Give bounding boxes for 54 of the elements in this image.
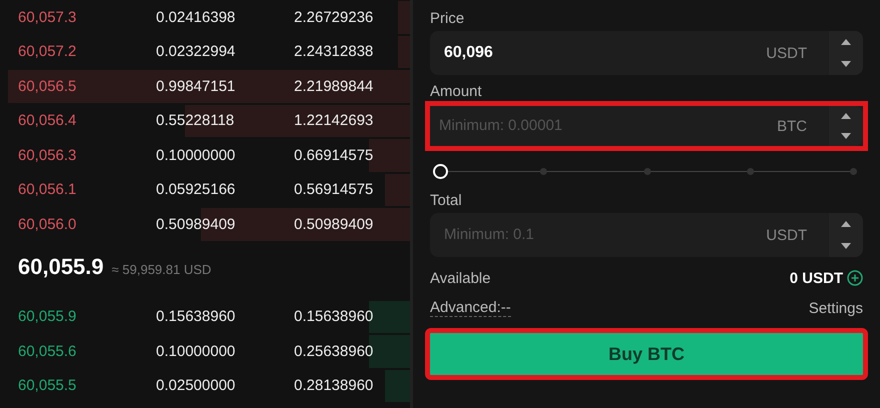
up-arrow-icon[interactable]	[841, 221, 851, 227]
down-arrow-icon[interactable]	[841, 61, 851, 67]
up-arrow-icon[interactable]	[841, 113, 851, 119]
bid-amount: 0.02500000	[156, 377, 236, 394]
available-balance: 0 USDT	[790, 270, 843, 286]
add-icon[interactable]	[847, 270, 863, 286]
ask-price: 60,056.1	[18, 181, 78, 198]
ask-total: 2.24312838	[294, 43, 374, 60]
down-arrow-icon[interactable]	[841, 133, 851, 139]
last-price: 60,055.9	[18, 254, 104, 280]
ask-price: 60,056.3	[18, 146, 78, 164]
field-label: Price	[430, 10, 466, 27]
field-label: Total	[430, 192, 463, 209]
ask-total: 0.56914575	[294, 181, 374, 198]
bid-price: 60,055.9	[18, 308, 78, 326]
up-arrow-icon[interactable]	[841, 39, 851, 45]
ask-amount: 0.05925166	[156, 181, 236, 198]
ask-amount: 0.99847151	[156, 78, 236, 95]
ask-price: 60,056.4	[18, 112, 78, 130]
step-dot[interactable]	[850, 168, 857, 175]
bid-amount: 0.15638960	[156, 308, 236, 326]
ask-total: 0.50989409	[294, 216, 374, 233]
advanced-link[interactable]: Advanced:--	[430, 299, 511, 317]
input-field[interactable]: 60,096 USDT	[430, 31, 863, 75]
ask-amount: 0.50989409	[156, 216, 236, 233]
ask-price: 60,057.3	[18, 8, 78, 26]
ask-price: 60,057.2	[18, 43, 78, 60]
ask-total: 1.22142693	[294, 112, 374, 130]
slider-thumb[interactable]	[433, 164, 448, 179]
ask-total: 2.21989844	[294, 78, 374, 95]
field-label: Amount	[430, 83, 483, 100]
bid-price: 60,055.6	[18, 342, 78, 360]
bid-total: 0.28138960	[294, 377, 374, 394]
usd-price: ≈ 59,959.81 USD	[112, 262, 212, 276]
bid-total: 0.25638960	[294, 342, 374, 360]
step-dot[interactable]	[746, 168, 754, 175]
bid-amount: 0.10000000	[156, 342, 236, 360]
ask-total: 2.26729236	[294, 8, 374, 26]
ask-amount: 0.02416398	[156, 8, 236, 26]
step-dot[interactable]	[644, 168, 650, 175]
ask-amount: 0.02322994	[156, 43, 236, 60]
ask-price: 60,056.5	[18, 78, 78, 95]
ask-amount: 0.55228118	[156, 112, 236, 130]
buy-button[interactable]: Buy BTC	[425, 328, 868, 380]
bid-price: 60,055.5	[18, 377, 78, 394]
step-dot[interactable]	[540, 168, 548, 175]
bid-total: 0.15638960	[294, 308, 374, 326]
ask-amount: 0.10000000	[156, 146, 236, 164]
ask-price: 60,056.0	[18, 216, 78, 233]
ask-total: 0.66914575	[294, 146, 374, 164]
settings-link[interactable]: Settings	[808, 300, 863, 316]
value-input[interactable]: 60,096	[442, 43, 766, 63]
available-label: Available	[430, 270, 491, 286]
down-arrow-icon[interactable]	[841, 243, 851, 249]
